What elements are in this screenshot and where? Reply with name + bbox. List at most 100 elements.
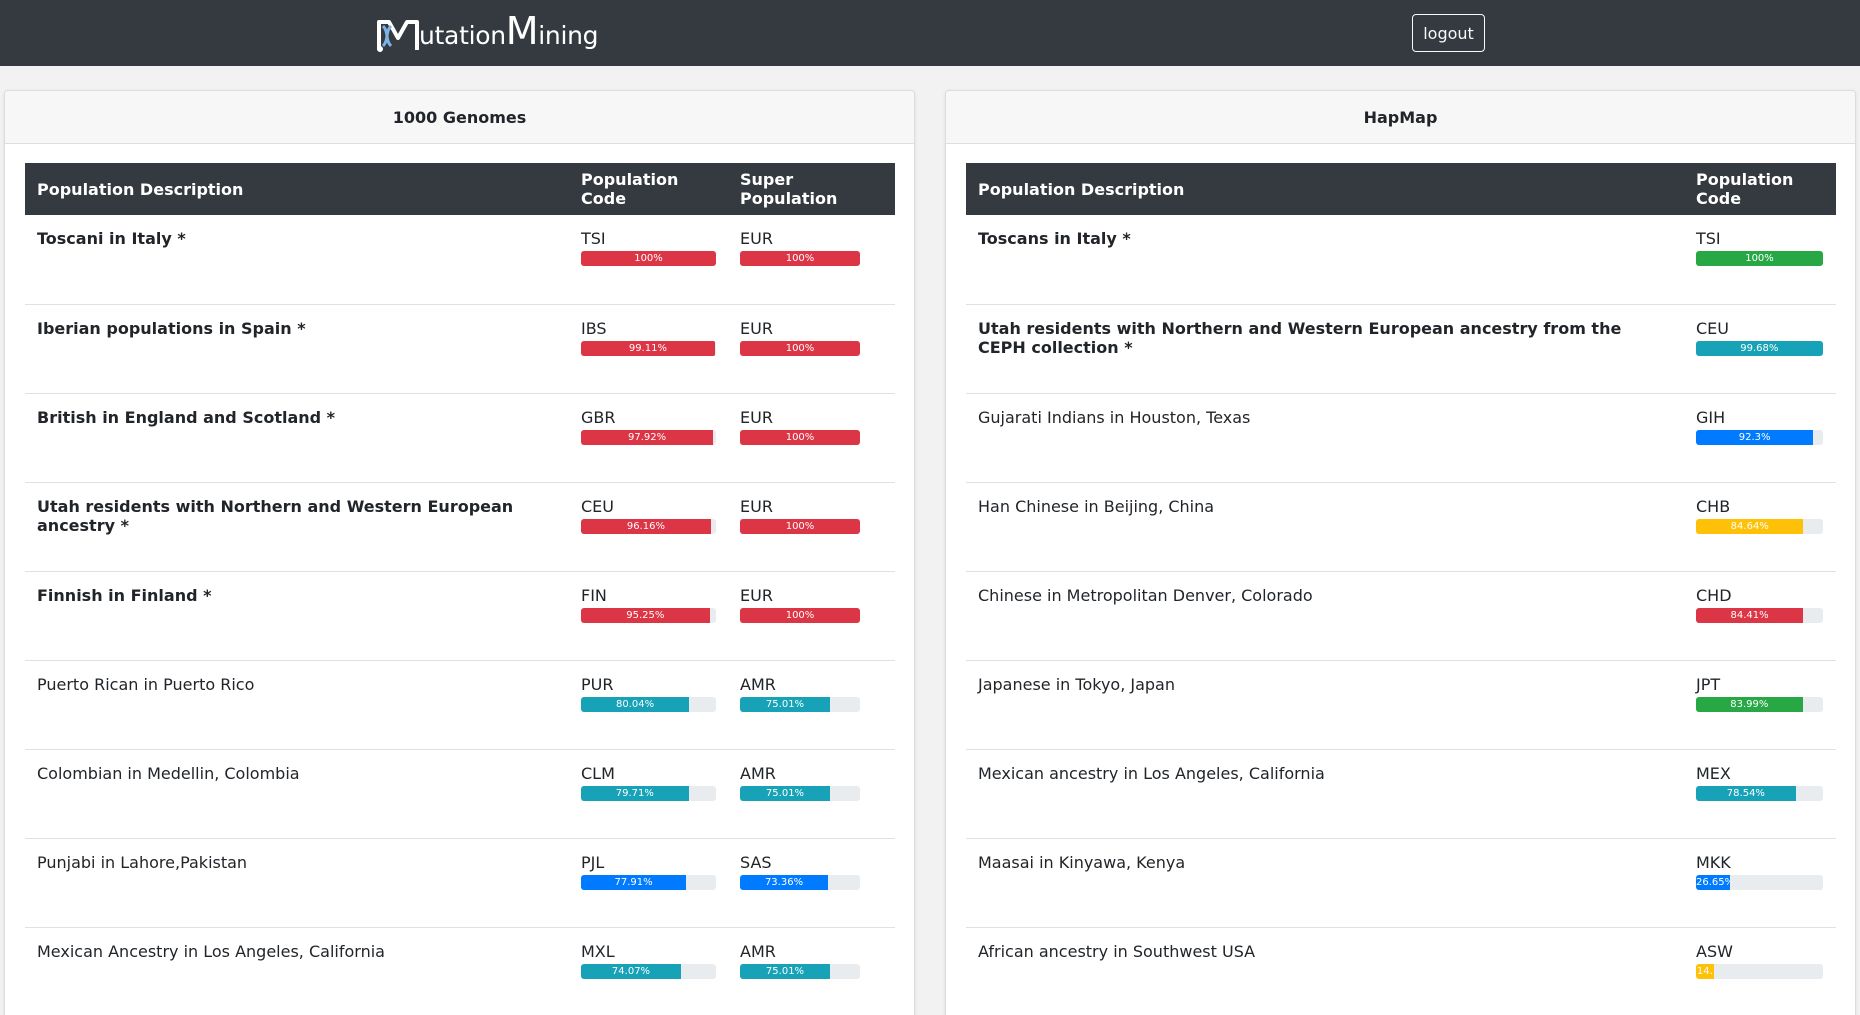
- population-code: IBS: [581, 318, 607, 338]
- population-code: MEX: [1696, 763, 1731, 783]
- super-population-code: EUR: [740, 407, 773, 427]
- super-population-cell: EUR 100%: [728, 571, 895, 661]
- column-header[interactable]: Population Description: [966, 163, 1684, 215]
- column-header[interactable]: Population Code: [1684, 163, 1836, 215]
- code-cell: CHD 84.41%: [1684, 571, 1836, 661]
- progress-bar: 77.91%: [581, 874, 716, 890]
- table-row[interactable]: British in England and Scotland * GBR 97.9…: [25, 393, 895, 483]
- progress-bar-fill: 97.92%: [581, 429, 714, 445]
- progress-bar-fill: 100%: [740, 340, 860, 356]
- progress-bar-fill: 75.01%: [740, 963, 830, 979]
- progress-bar-fill: 26.65%: [1696, 874, 1730, 890]
- population-description: Puerto Rican in Puerto Rico: [25, 660, 569, 750]
- table-row[interactable]: Toscans in Italy * TSI 100%: [966, 215, 1836, 305]
- progress-bar-fill: 84.41%: [1696, 607, 1804, 623]
- hapmap-table: Population Description Population Code T…: [966, 163, 1836, 1015]
- progress-bar: 80.04%: [581, 696, 716, 712]
- code-cell: JPT 83.99%: [1684, 660, 1836, 750]
- progress-bar: 73.36%: [740, 874, 860, 890]
- population-description: Gujarati Indians in Houston, Texas: [966, 393, 1684, 483]
- progress-bar-fill: 100%: [740, 518, 860, 534]
- super-population-cell: EUR 100%: [728, 482, 895, 572]
- table-row[interactable]: Colombian in Medellin, Colombia CLM 79.71%…: [25, 749, 895, 839]
- population-code: FIN: [581, 585, 607, 605]
- table-row[interactable]: Finnish in Finland * FIN 95.25% EUR 100%: [25, 571, 895, 661]
- table-row[interactable]: Puerto Rican in Puerto Rico PUR 80.04% AMR 7…: [25, 660, 895, 750]
- code-cell: GIH 92.3%: [1684, 393, 1836, 483]
- hapmap-card-title: HapMap: [946, 91, 1855, 144]
- table-row[interactable]: Gujarati Indians in Houston, Texas GIH 92.…: [966, 393, 1836, 483]
- super-population-cell: EUR 100%: [728, 215, 895, 305]
- table-row[interactable]: Chinese in Metropolitan Denver, Colorado…: [966, 571, 1836, 661]
- population-code: CHD: [1696, 585, 1732, 605]
- code-cell: PJL 77.91%: [569, 838, 728, 928]
- table-row[interactable]: Punjabi in Lahore,Pakistan PJL 77.91% SAS 73…: [25, 838, 895, 928]
- population-description: Mexican ancestry in Los Angeles, Califor…: [966, 749, 1684, 839]
- genomes-card: 1000 Genomes Population Description Popu…: [4, 90, 915, 1015]
- super-population-cell: AMR 75.01%: [728, 749, 895, 839]
- super-population-cell: AMR 75.01%: [728, 660, 895, 750]
- progress-bar-fill: 99.68%: [1696, 340, 1823, 356]
- table-row[interactable]: Maasai in Kinyawa, Kenya MKK 26.65%: [966, 838, 1836, 928]
- mutation-mining-logo-icon: [377, 20, 419, 52]
- table-row[interactable]: African ancestry in Southwest USA ASW 14.: [966, 927, 1836, 1015]
- code-cell: CEU 96.16%: [569, 482, 728, 572]
- progress-bar-fill: 100%: [581, 251, 716, 266]
- code-cell: PUR 80.04%: [569, 660, 728, 750]
- table-row[interactable]: Iberian populations in Spain * IBS 99.11% E…: [25, 304, 895, 394]
- population-description: Utah residents with Northern and Western…: [25, 482, 569, 572]
- progress-bar: 78.54%: [1696, 785, 1823, 801]
- table-row[interactable]: Han Chinese in Beijing, China CHB 84.64%: [966, 482, 1836, 572]
- population-description: Colombian in Medellin, Colombia: [25, 749, 569, 839]
- progress-bar: 26.65%: [1696, 874, 1823, 890]
- population-description: Han Chinese in Beijing, China: [966, 482, 1684, 572]
- code-cell: CLM 79.71%: [569, 749, 728, 839]
- brand-logo-link[interactable]: utationMining: [375, 11, 599, 56]
- column-header[interactable]: Population Description: [25, 163, 569, 215]
- progress-bar-fill: 14.: [1696, 963, 1714, 979]
- population-code: CLM: [581, 763, 615, 783]
- progress-bar: 96.16%: [581, 518, 716, 534]
- table-row[interactable]: Mexican Ancestry in Los Angeles, Califor…: [25, 927, 895, 1015]
- table-row[interactable]: Utah residents with Northern and Western…: [966, 304, 1836, 394]
- table-row[interactable]: Toscani in Italy * TSI 100% EUR 100%: [25, 215, 895, 305]
- super-population-code: AMR: [740, 941, 776, 961]
- progress-bar-fill: 100%: [1696, 251, 1823, 266]
- progress-bar: 92.3%: [1696, 429, 1823, 445]
- progress-bar: 14.: [1696, 963, 1823, 979]
- super-population-cell: SAS 73.36%: [728, 838, 895, 928]
- population-code: GBR: [581, 407, 616, 427]
- column-header[interactable]: Population Code: [569, 163, 728, 215]
- table-row[interactable]: Utah residents with Northern and Western…: [25, 482, 895, 572]
- progress-bar-fill: 79.71%: [581, 785, 689, 801]
- population-description: Japanese in Tokyo, Japan: [966, 660, 1684, 750]
- population-description: Toscani in Italy *: [25, 215, 569, 305]
- table-header-row: Population Description Population Code S…: [25, 163, 895, 215]
- progress-bar: 75.01%: [740, 785, 860, 801]
- genomes-table: Population Description Population Code S…: [25, 163, 895, 1015]
- progress-bar: 84.41%: [1696, 607, 1823, 623]
- super-population-code: AMR: [740, 763, 776, 783]
- progress-bar-fill: 83.99%: [1696, 696, 1803, 712]
- population-description: British in England and Scotland *: [25, 393, 569, 483]
- population-code: GIH: [1696, 407, 1726, 427]
- table-row[interactable]: Mexican ancestry in Los Angeles, Califor…: [966, 749, 1836, 839]
- progress-bar-fill: 77.91%: [581, 874, 687, 890]
- progress-bar: 100%: [581, 251, 716, 266]
- code-cell: MXL 74.07%: [569, 927, 728, 1015]
- progress-bar: 100%: [740, 518, 860, 534]
- logout-button[interactable]: logout: [1412, 14, 1485, 52]
- table-row[interactable]: Japanese in Tokyo, Japan JPT 83.99%: [966, 660, 1836, 750]
- progress-bar-fill: 75.01%: [740, 785, 830, 801]
- population-description: Maasai in Kinyawa, Kenya: [966, 838, 1684, 928]
- progress-bar-fill: 84.64%: [1696, 518, 1804, 534]
- column-header[interactable]: Super Population: [728, 163, 895, 215]
- population-code: ASW: [1696, 941, 1733, 961]
- code-cell: CHB 84.64%: [1684, 482, 1836, 572]
- progress-bar: 100%: [740, 429, 860, 445]
- progress-bar-fill: 95.25%: [581, 607, 710, 623]
- progress-bar-fill: 78.54%: [1696, 785, 1796, 801]
- progress-bar-fill: 75.01%: [740, 696, 830, 712]
- table-header-row: Population Description Population Code: [966, 163, 1836, 215]
- progress-bar: 84.64%: [1696, 518, 1823, 534]
